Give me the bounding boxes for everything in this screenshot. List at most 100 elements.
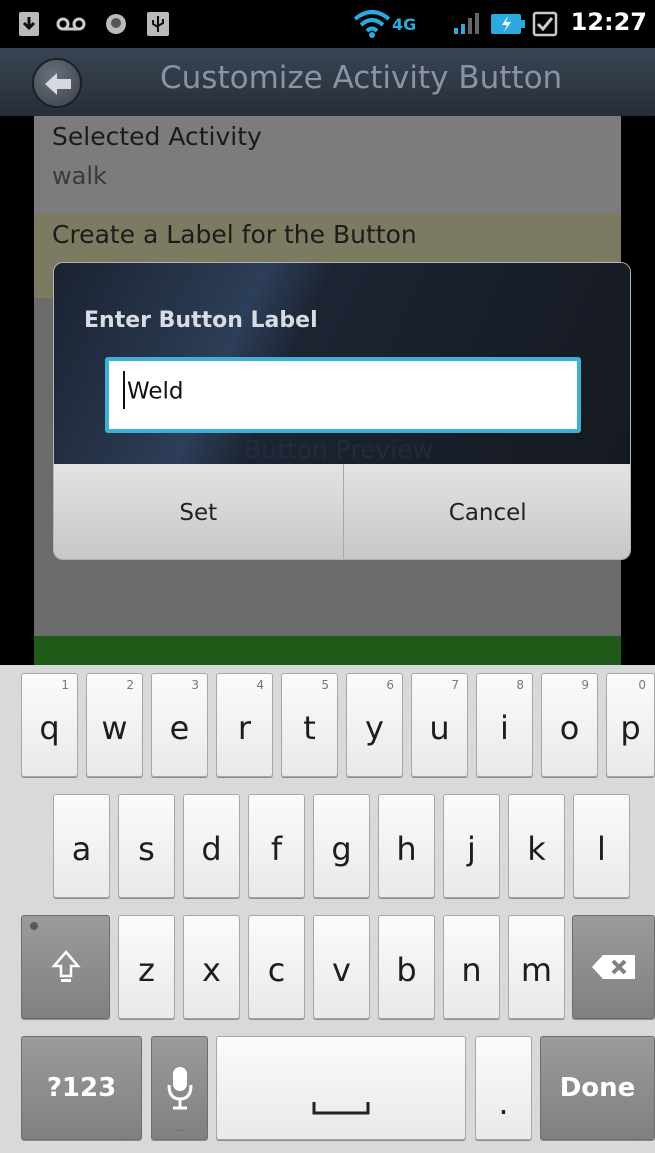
cancel-button[interactable]: Cancel xyxy=(342,464,631,559)
key-r[interactable]: 4r xyxy=(216,673,273,777)
set-button[interactable]: Set xyxy=(54,464,343,559)
key-label: v xyxy=(332,951,351,989)
key-label: k xyxy=(527,830,546,868)
key-u[interactable]: 7u xyxy=(411,673,468,777)
back-button[interactable] xyxy=(32,58,82,108)
button-label-input[interactable]: Weld xyxy=(105,357,581,433)
label-dialog: Button Preview Enter Button Label Weld S… xyxy=(53,262,631,560)
key-l[interactable]: l xyxy=(573,794,630,898)
app-bar: Customize Activity Button xyxy=(0,48,655,116)
selected-activity-value: walk xyxy=(52,162,107,190)
key-label: f xyxy=(270,830,283,868)
key-hint: 5 xyxy=(321,678,329,692)
key-hint: 8 xyxy=(516,678,524,692)
status-bar: 4G 12:27 xyxy=(0,0,655,48)
key-label: q xyxy=(39,709,60,747)
wifi-icon xyxy=(352,10,392,38)
key-label: j xyxy=(467,830,476,868)
key-label: o xyxy=(559,709,580,747)
selected-activity-title: Selected Activity xyxy=(52,122,262,151)
create-label-text: Create a Label for the Button xyxy=(52,220,417,249)
key-n[interactable]: n xyxy=(443,915,500,1019)
key-b[interactable]: b xyxy=(378,915,435,1019)
key-o[interactable]: 9o xyxy=(541,673,598,777)
key-label: n xyxy=(461,951,482,989)
key-x[interactable]: x xyxy=(183,915,240,1019)
selected-activity-row[interactable]: Selected Activity walk xyxy=(34,116,621,214)
battery-icon xyxy=(490,10,526,38)
key-d[interactable]: d xyxy=(183,794,240,898)
period-key[interactable]: . xyxy=(475,1036,532,1140)
dialog-title: Enter Button Label xyxy=(84,308,318,333)
text-caret xyxy=(123,371,125,409)
key-f[interactable]: f xyxy=(248,794,305,898)
key-a[interactable]: a xyxy=(53,794,110,898)
key-label: u xyxy=(429,709,450,747)
microphone-icon xyxy=(167,1067,192,1110)
key-hint: 7 xyxy=(451,678,459,692)
key-label: z xyxy=(138,951,155,989)
key-c[interactable]: c xyxy=(248,915,305,1019)
key-j[interactable]: j xyxy=(443,794,500,898)
dialog-body: Button Preview Enter Button Label Weld xyxy=(54,263,630,464)
key-g[interactable]: g xyxy=(313,794,370,898)
dialog-buttons: Set Cancel xyxy=(54,464,631,559)
key-s[interactable]: s xyxy=(118,794,175,898)
key-w[interactable]: 2w xyxy=(86,673,143,777)
key-label: h xyxy=(396,830,417,868)
key-y[interactable]: 6y xyxy=(346,673,403,777)
signal-icon xyxy=(452,10,480,38)
key-label: p xyxy=(620,709,641,747)
key-label: t xyxy=(303,709,316,747)
key-label: g xyxy=(331,830,352,868)
key-z[interactable]: z xyxy=(118,915,175,1019)
backspace-key[interactable] xyxy=(572,915,655,1019)
status-time: 12:27 xyxy=(570,8,647,36)
key-label: a xyxy=(71,830,92,868)
key-label: x xyxy=(202,951,221,989)
button-label-value: Weld xyxy=(127,378,184,405)
notification-icon xyxy=(104,10,128,38)
key-hint: 0 xyxy=(638,678,646,692)
key-label: r xyxy=(237,709,252,747)
key-v[interactable]: v xyxy=(313,915,370,1019)
space-key[interactable] xyxy=(216,1036,466,1140)
shift-key[interactable] xyxy=(21,915,110,1019)
4g-lte-icon: 4G xyxy=(392,14,417,34)
key-m[interactable]: m xyxy=(508,915,565,1019)
key-label: c xyxy=(267,951,286,989)
key-i[interactable]: 8i xyxy=(476,673,533,777)
key-k[interactable]: k xyxy=(508,794,565,898)
key-label: m xyxy=(520,951,553,989)
button-preview-text: Button Preview xyxy=(244,435,434,464)
period-key-label: . xyxy=(498,1084,509,1122)
arrow-left-icon xyxy=(45,73,71,95)
key-label: s xyxy=(138,830,155,868)
download-icon xyxy=(18,10,40,38)
key-hint: 9 xyxy=(581,678,589,692)
symbols-key-label: ?123 xyxy=(46,1073,117,1103)
dot-indicator xyxy=(30,922,38,930)
done-key-label: Done xyxy=(559,1073,636,1103)
key-label: y xyxy=(365,709,384,747)
checkbox-icon xyxy=(532,10,558,38)
more-dots-icon: ··· xyxy=(174,1126,185,1137)
key-hint: 2 xyxy=(126,678,134,692)
key-t[interactable]: 5t xyxy=(281,673,338,777)
key-label: l xyxy=(597,830,606,868)
key-q[interactable]: 1q xyxy=(21,673,78,777)
page-title: Customize Activity Button xyxy=(160,60,563,96)
key-label: w xyxy=(101,709,128,747)
key-p[interactable]: 0p xyxy=(606,673,655,777)
backspace-icon xyxy=(591,955,635,979)
voice-input-key[interactable]: ··· xyxy=(151,1036,208,1140)
soft-keyboard: ?123 ··· . Done 1q2w3e4r5t6y7u8i9o0pasdf… xyxy=(0,665,655,1153)
key-hint: 6 xyxy=(386,678,394,692)
key-hint: 1 xyxy=(61,678,69,692)
key-e[interactable]: 3e xyxy=(151,673,208,777)
done-key[interactable]: Done xyxy=(540,1036,655,1140)
key-h[interactable]: h xyxy=(378,794,435,898)
key-label: d xyxy=(201,830,222,868)
symbols-key[interactable]: ?123 xyxy=(21,1036,142,1140)
key-label: e xyxy=(169,709,190,747)
